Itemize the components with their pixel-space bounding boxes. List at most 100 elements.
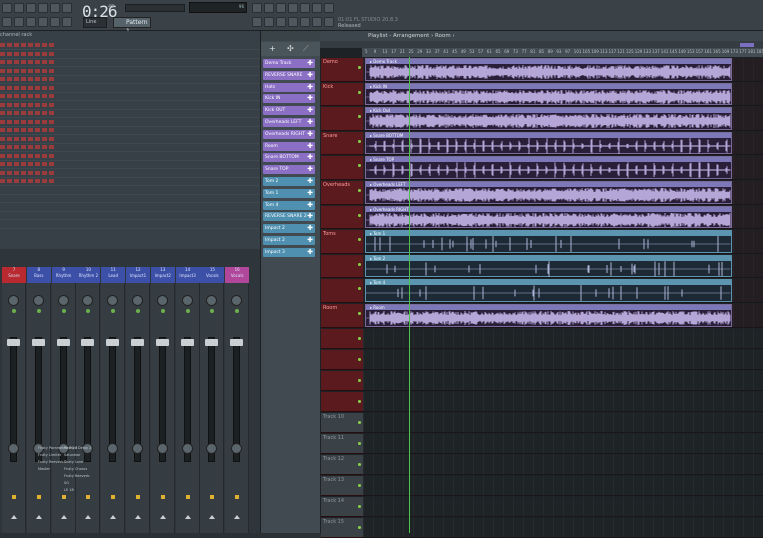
send-arrow-icon[interactable] (11, 515, 17, 519)
picker-clip-item[interactable]: Kick OUT✚ (263, 106, 315, 115)
send-arrow-icon[interactable] (135, 515, 141, 519)
track-mute-icon[interactable] (358, 484, 361, 487)
track-header[interactable] (321, 279, 363, 303)
fader-cap[interactable] (181, 339, 194, 346)
mixer-enable-icon[interactable] (210, 309, 214, 313)
mixer-strip-header[interactable]: 12Impact1 (126, 267, 150, 283)
add-clip-icon[interactable]: ✚ (307, 83, 313, 92)
mixer-strip-header[interactable]: 8Bass (27, 267, 51, 283)
send-arrow-icon[interactable] (160, 515, 166, 519)
picker-clip-item[interactable]: REVERSE SNARE✚ (263, 71, 315, 80)
stereo-knob[interactable] (107, 443, 118, 454)
picker-clip-item[interactable]: Tom 1✚ (263, 189, 315, 198)
track-header[interactable] (321, 156, 363, 180)
mixer-enable-icon[interactable] (86, 309, 90, 313)
track-mute-icon[interactable] (358, 400, 361, 403)
pan-knob[interactable] (182, 295, 193, 306)
brush-icon[interactable] (26, 17, 36, 27)
mixer-enable-icon[interactable] (12, 309, 16, 313)
settings-icon[interactable] (264, 17, 274, 27)
route-icon[interactable] (37, 495, 41, 499)
mixer-strip[interactable]: 12Impact1 (126, 267, 150, 533)
step-row[interactable] (0, 69, 56, 73)
track-lane[interactable] (363, 434, 763, 455)
link-icon[interactable]: ⟋ (303, 44, 309, 54)
track-header[interactable]: Track 13 (321, 476, 363, 497)
track-mute-icon[interactable] (358, 287, 361, 290)
channel-rack-icon[interactable] (300, 3, 310, 13)
mixer-enable-icon[interactable] (186, 309, 190, 313)
pan-knob[interactable] (58, 295, 69, 306)
track-mute-icon[interactable] (358, 214, 361, 217)
pan-knob[interactable] (33, 295, 44, 306)
fader-cap[interactable] (106, 339, 119, 346)
track-mute-icon[interactable] (358, 140, 361, 143)
fader-cap[interactable] (81, 339, 94, 346)
route-icon[interactable] (136, 495, 140, 499)
playlist-icon[interactable] (264, 3, 274, 13)
audio-clip[interactable]: ▸ Snare TOP (365, 156, 732, 179)
add-clip-icon[interactable]: ✚ (307, 130, 313, 139)
audio-clip[interactable]: ▸ Room (365, 304, 732, 327)
stereo-knob[interactable] (206, 443, 217, 454)
mixer-strip[interactable]: 16Vocals (225, 267, 249, 533)
stereo-knob[interactable] (182, 443, 193, 454)
track-mute-icon[interactable] (358, 115, 361, 118)
track-mute-icon[interactable] (358, 91, 361, 94)
stereo-knob[interactable] (157, 443, 168, 454)
stereo-knob[interactable] (132, 443, 143, 454)
picker-clip-item[interactable]: Overheads LEFT✚ (263, 118, 315, 127)
pencil-icon[interactable] (14, 17, 24, 27)
record-icon[interactable] (38, 3, 48, 13)
picker-clip-item[interactable]: Room✚ (263, 142, 315, 151)
track-header[interactable]: Kick (321, 83, 363, 107)
save-icon[interactable] (288, 17, 298, 27)
step-row[interactable] (0, 120, 56, 124)
track-header[interactable]: Toms (321, 230, 363, 254)
add-clip-icon[interactable]: ✚ (307, 177, 313, 186)
track-header[interactable] (321, 206, 363, 230)
timeline-ruler[interactable]: 5913172125293337414549535761656973778185… (362, 48, 763, 57)
pan-knob[interactable] (8, 295, 19, 306)
mixer-strip-header[interactable]: 7Snare (2, 267, 26, 283)
mixer-strip-header[interactable]: 10Rhythm 2 (76, 267, 100, 283)
add-icon[interactable]: + (269, 44, 276, 53)
chat-icon[interactable] (324, 3, 334, 13)
send-arrow-icon[interactable] (61, 515, 67, 519)
add-clip-icon[interactable]: ✚ (307, 153, 313, 162)
fx-slot[interactable]: Pitched Delay 2 (64, 445, 91, 452)
mixer-enable-icon[interactable] (136, 309, 140, 313)
track-lane[interactable]: ▸ Kick IN (363, 83, 763, 107)
stereo-knob[interactable] (8, 443, 19, 454)
mixer-strip[interactable]: 14Impact3 (176, 267, 200, 533)
step-row[interactable] (0, 179, 56, 183)
track-lane[interactable] (363, 497, 763, 518)
step-row[interactable] (0, 77, 56, 81)
picker-clip-item[interactable]: Demo Track✚ (263, 59, 315, 68)
pan-knob[interactable] (157, 295, 168, 306)
track-lane[interactable] (363, 518, 763, 538)
track-header[interactable] (321, 255, 363, 279)
mixer-enable-icon[interactable] (37, 309, 41, 313)
track-mute-icon[interactable] (358, 66, 361, 69)
add-clip-icon[interactable]: ✚ (307, 236, 313, 245)
track-mute-icon[interactable] (358, 442, 361, 445)
add-clip-icon[interactable]: ✚ (307, 142, 313, 151)
picker-clip-item[interactable]: Impact 2✚ (263, 224, 315, 233)
track-lane[interactable] (363, 392, 763, 413)
route-icon[interactable] (210, 495, 214, 499)
zoom-icon[interactable] (62, 17, 72, 27)
pan-knob[interactable] (107, 295, 118, 306)
fader-cap[interactable] (205, 339, 218, 346)
mixer-strip-header[interactable]: 15Vocals (200, 267, 224, 283)
add-clip-icon[interactable]: ✚ (307, 212, 313, 221)
tool-icon[interactable] (2, 17, 12, 27)
add-clip-icon[interactable]: ✚ (307, 71, 313, 80)
track-lane[interactable] (363, 371, 763, 392)
track-header[interactable]: Track 10 (321, 413, 363, 434)
track-header[interactable]: Track 14 (321, 497, 363, 518)
track-mute-icon[interactable] (358, 463, 361, 466)
step-row[interactable] (0, 103, 56, 107)
tempo-icon[interactable] (50, 3, 60, 13)
send-arrow-icon[interactable] (110, 515, 116, 519)
